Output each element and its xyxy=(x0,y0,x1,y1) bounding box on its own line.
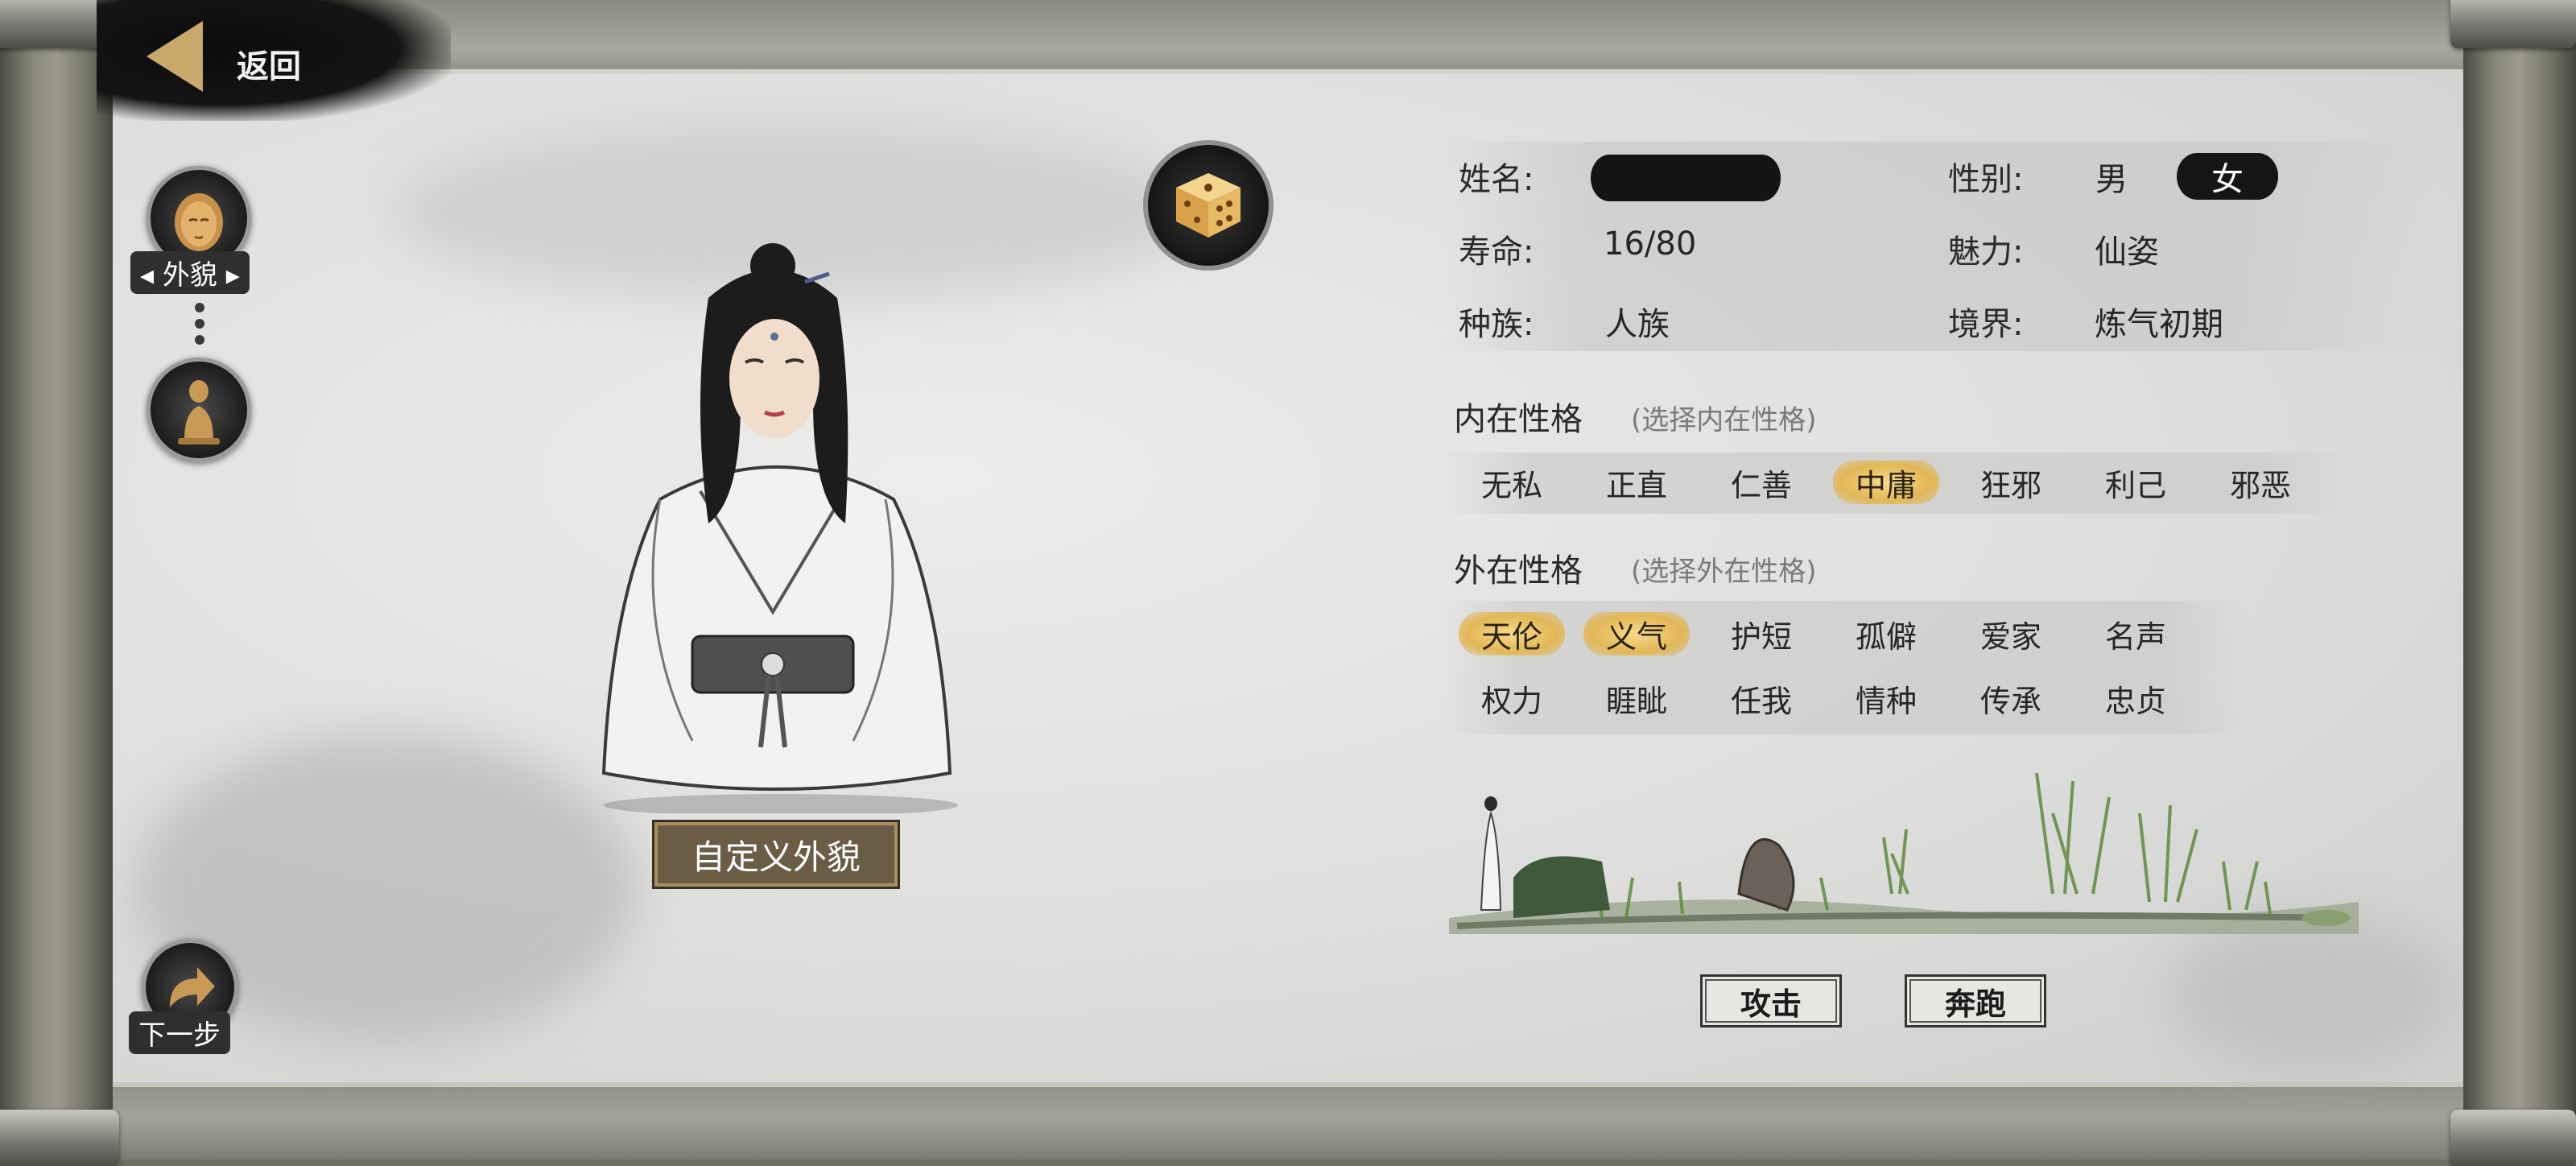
attack-button[interactable]: 攻击 xyxy=(1700,974,1842,1027)
back-button[interactable]: 返回 xyxy=(137,16,330,97)
step-connector-dot xyxy=(195,303,204,312)
name-label: 姓名: xyxy=(1459,161,1534,198)
lifespan-value: 16/80 xyxy=(1604,225,1697,263)
step-pawn[interactable] xyxy=(147,358,251,462)
roller-cap-top-right xyxy=(2450,0,2576,48)
pawn-figure-icon xyxy=(147,358,251,462)
outer-trait-option[interactable]: 爱家 xyxy=(1958,612,2064,655)
realm-value: 炼气初期 xyxy=(2095,306,2223,343)
outer-trait-option[interactable]: 天伦 xyxy=(1459,612,1565,655)
step-appearance-tag[interactable]: ◂ 外貌 ▸ xyxy=(130,251,250,294)
gender-label: 性别: xyxy=(1948,161,2024,198)
race-label: 种族: xyxy=(1459,306,1534,343)
dice-icon xyxy=(1176,173,1241,238)
outer-personality-title: 外在性格 xyxy=(1454,552,1583,589)
step-connector-dot xyxy=(195,335,204,345)
step-next-arrow-icon: ▸ xyxy=(225,259,240,292)
battle-scenery xyxy=(1441,772,2367,958)
character-portrait xyxy=(564,234,982,817)
realm-label: 境界: xyxy=(1948,306,2024,343)
next-step-button[interactable]: 下一步 xyxy=(129,939,238,1060)
customize-appearance-button[interactable]: 自定义外貌 xyxy=(652,820,900,889)
outer-trait-option[interactable]: 睚眦 xyxy=(1583,676,1690,720)
back-label: 返回 xyxy=(237,48,301,85)
outer-trait-option[interactable]: 名声 xyxy=(2083,612,2189,655)
charm-label: 魅力: xyxy=(1948,234,2024,271)
flee-button[interactable]: 奔跑 xyxy=(1905,974,2046,1027)
gender-male-option[interactable]: 男 xyxy=(2061,153,2162,200)
outer-personality-hint: (选择外在性格) xyxy=(1631,556,1817,588)
outer-trait-option[interactable]: 孤僻 xyxy=(1833,612,1939,655)
info-panel-bg xyxy=(1441,142,2431,351)
gender-female-option[interactable]: 女 xyxy=(2177,153,2278,200)
inner-trait-option[interactable]: 邪恶 xyxy=(2207,461,2314,504)
inner-trait-option[interactable]: 仁善 xyxy=(1708,461,1814,504)
outer-trait-option[interactable]: 情种 xyxy=(1833,676,1939,720)
inner-trait-option[interactable]: 狂邪 xyxy=(1958,461,2064,504)
step-appearance-label: 外貌 xyxy=(162,259,217,292)
roller-cap-bottom-left xyxy=(0,1110,119,1166)
scroll-roller-left xyxy=(0,0,113,1160)
race-value: 人族 xyxy=(1605,306,1670,343)
inner-trait-option[interactable]: 无私 xyxy=(1459,461,1565,504)
roller-cap-bottom-right xyxy=(2450,1110,2576,1166)
randomize-dice-button[interactable] xyxy=(1143,140,1274,271)
inner-trait-option[interactable]: 利己 xyxy=(2083,461,2189,504)
inner-personality-hint: (选择内在性格) xyxy=(1631,404,1817,436)
inner-trait-option[interactable]: 正直 xyxy=(1583,461,1690,504)
scroll-roller-right xyxy=(2463,0,2576,1160)
back-arrow-icon xyxy=(147,21,203,92)
outer-trait-option[interactable]: 护短 xyxy=(1708,612,1814,655)
lifespan-label: 寿命: xyxy=(1459,234,1534,271)
outer-trait-option[interactable]: 传承 xyxy=(1958,676,2064,720)
inner-trait-option[interactable]: 中庸 xyxy=(1833,461,1939,504)
outer-trait-option[interactable]: 忠贞 xyxy=(2083,676,2189,720)
step-prev-arrow-icon: ◂ xyxy=(140,259,155,292)
outer-trait-option[interactable]: 任我 xyxy=(1708,676,1814,720)
next-step-label: 下一步 xyxy=(129,1011,230,1054)
inner-personality-title: 内在性格 xyxy=(1454,401,1583,438)
charm-value: 仙姿 xyxy=(2095,234,2159,271)
scroll-frame-bottom xyxy=(0,1076,2576,1160)
name-input[interactable] xyxy=(1591,155,1781,201)
outer-trait-option[interactable]: 义气 xyxy=(1583,612,1690,655)
step-connector-dot xyxy=(195,319,204,329)
outer-trait-option[interactable]: 权力 xyxy=(1459,676,1565,720)
